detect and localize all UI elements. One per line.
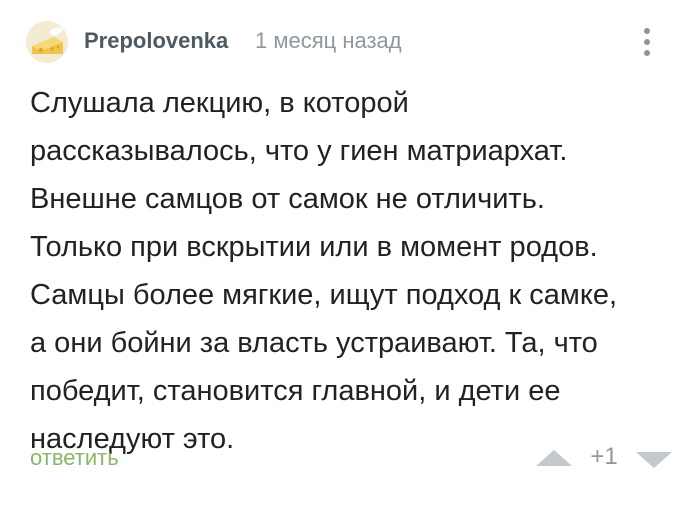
comment-text-line: рассказывалось, что у гиен матриархат. [30,135,568,167]
comment-text-line: а они бойни за власть устраивают. Та, чт… [30,327,598,359]
rating-count: +1 [590,443,618,470]
more-vertical-icon [644,50,650,56]
more-vertical-icon [644,39,650,45]
username[interactable]: Prepolovenka [84,27,228,55]
downvote-button[interactable] [634,444,674,474]
comment-text-line: Внешне самцов от самок не отличить. [30,183,545,215]
more-options-button[interactable] [632,22,662,62]
comment-text-line: Самцы более мягкие, ищут подход к самке, [30,279,618,311]
cheese-icon [26,21,68,63]
comment-text-line: Только при вскрытии или в момент родов. [30,231,598,263]
comment-timestamp[interactable]: 1 месяц назад [255,27,402,55]
avatar[interactable] [26,21,68,63]
reply-button[interactable]: ответить [30,443,119,473]
comment-text-line: победит, становится главной, и дети ее [30,375,561,407]
comment-body: Слушала лекцию, в которой рассказывалось… [30,79,690,463]
comment-text-line: Слушала лекцию, в которой [30,87,409,119]
more-vertical-icon [644,28,650,34]
triangle-up-icon [536,450,572,466]
upvote-button[interactable] [534,444,574,474]
comment-card: Prepolovenka 1 месяц назад Слушала лекци… [0,0,700,516]
triangle-down-icon [636,452,672,468]
